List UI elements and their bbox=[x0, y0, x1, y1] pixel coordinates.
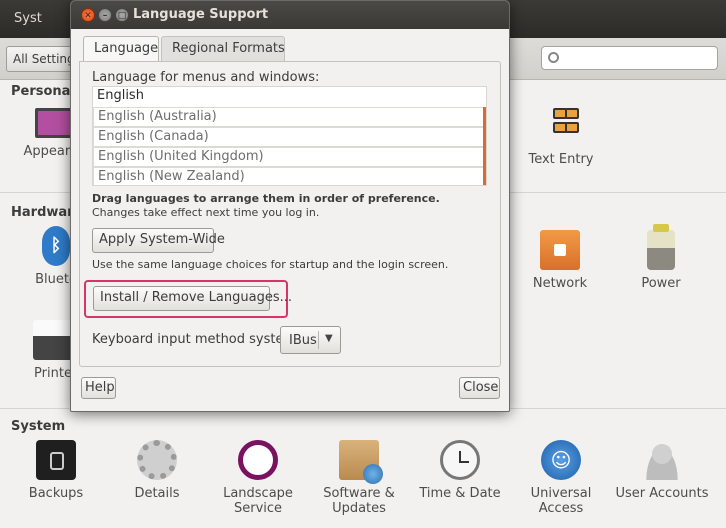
language-list-scrollbar[interactable] bbox=[483, 107, 486, 185]
dialog-title: Language Support bbox=[133, 7, 269, 22]
software-updates-label: Software & Updates bbox=[323, 486, 395, 516]
language-list[interactable]: English English (Australia) English (Can… bbox=[92, 86, 487, 186]
details-item[interactable]: Details bbox=[107, 440, 207, 501]
apply-system-wide-button[interactable]: Apply System-Wide bbox=[92, 228, 225, 253]
all-settings-button[interactable]: All Settings bbox=[6, 46, 76, 72]
system-wide-hint-text: Use the same language choices for startu… bbox=[92, 258, 449, 271]
power-icon bbox=[647, 224, 675, 270]
search-icon bbox=[548, 52, 559, 63]
language-list-item[interactable]: English (United Kingdom) bbox=[93, 147, 485, 167]
close-window-icon[interactable]: ✕ bbox=[81, 8, 95, 22]
printer-icon bbox=[33, 320, 73, 360]
minimize-window-icon[interactable]: – bbox=[98, 8, 112, 22]
user-accounts-label: User Accounts bbox=[615, 486, 709, 501]
close-button[interactable]: Close bbox=[459, 377, 500, 399]
tab-language[interactable]: Language bbox=[83, 36, 159, 62]
software-updates-item[interactable]: Software & Updates bbox=[309, 440, 409, 516]
power-label: Power bbox=[641, 276, 681, 291]
dialog-titlebar[interactable]: ✕ – □ Language Support bbox=[71, 1, 509, 29]
text-entry-item[interactable]: Text Entry bbox=[511, 106, 611, 167]
backups-icon bbox=[36, 440, 76, 480]
power-item[interactable]: Power bbox=[611, 224, 711, 291]
section-personal: Personal bbox=[11, 84, 75, 99]
network-label: Network bbox=[532, 276, 588, 291]
software-icon bbox=[339, 440, 383, 484]
keyboard-input-method-select[interactable]: IBus ▼ bbox=[280, 326, 341, 354]
time-date-item[interactable]: Time & Date bbox=[410, 440, 510, 501]
language-list-item[interactable]: English (Canada) bbox=[93, 127, 485, 147]
text-entry-label: Text Entry bbox=[528, 152, 594, 167]
combo-separator bbox=[318, 331, 319, 349]
settings-search-input[interactable] bbox=[541, 46, 718, 70]
help-button[interactable]: Help bbox=[81, 377, 116, 399]
language-support-dialog: ✕ – □ Language Support Language Regional… bbox=[70, 0, 510, 412]
maximize-window-icon[interactable]: □ bbox=[115, 8, 129, 22]
clock-icon bbox=[440, 440, 480, 480]
details-label: Details bbox=[134, 486, 180, 501]
keyboard-input-label: Keyboard input method system: bbox=[92, 332, 301, 347]
bluetooth-icon: ᛒ bbox=[42, 226, 70, 266]
backups-item[interactable]: Backups bbox=[6, 440, 106, 501]
universal-access-label: Universal Access bbox=[530, 486, 592, 516]
install-remove-languages-button[interactable]: Install / Remove Languages... bbox=[93, 286, 292, 311]
network-item[interactable]: Network bbox=[510, 230, 610, 291]
settings-window-title: Syst bbox=[14, 11, 42, 26]
drag-hint-text: Drag languages to arrange them in order … bbox=[92, 192, 440, 205]
language-list-item[interactable]: English (Australia) bbox=[93, 107, 485, 127]
landscape-item[interactable]: Landscape Service bbox=[208, 440, 308, 516]
landscape-icon bbox=[238, 440, 278, 480]
universal-access-item[interactable]: ☺ Universal Access bbox=[511, 440, 611, 516]
landscape-label: Landscape Service bbox=[223, 486, 293, 516]
chevron-down-icon: ▼ bbox=[325, 333, 333, 344]
language-list-item[interactable]: English (New Zealand) bbox=[93, 167, 485, 185]
appearance-icon bbox=[35, 108, 75, 138]
network-icon bbox=[540, 230, 580, 270]
text-entry-icon bbox=[541, 106, 581, 146]
backups-label: Backups bbox=[28, 486, 84, 501]
users-icon bbox=[642, 440, 682, 480]
tab-regional-formats[interactable]: Regional Formats bbox=[161, 36, 285, 61]
accessibility-icon: ☺ bbox=[541, 440, 581, 480]
language-list-heading: Language for menus and windows: bbox=[92, 70, 320, 85]
section-system: System bbox=[11, 419, 66, 434]
time-date-label: Time & Date bbox=[419, 486, 501, 501]
language-tab-panel: Language for menus and windows: English … bbox=[79, 61, 501, 367]
changes-hint-text: Changes take effect next time you log in… bbox=[92, 206, 320, 219]
keyboard-input-method-value: IBus bbox=[289, 333, 317, 348]
details-icon bbox=[137, 440, 177, 480]
user-accounts-item[interactable]: User Accounts bbox=[612, 440, 712, 501]
language-list-item[interactable]: English bbox=[93, 87, 485, 107]
